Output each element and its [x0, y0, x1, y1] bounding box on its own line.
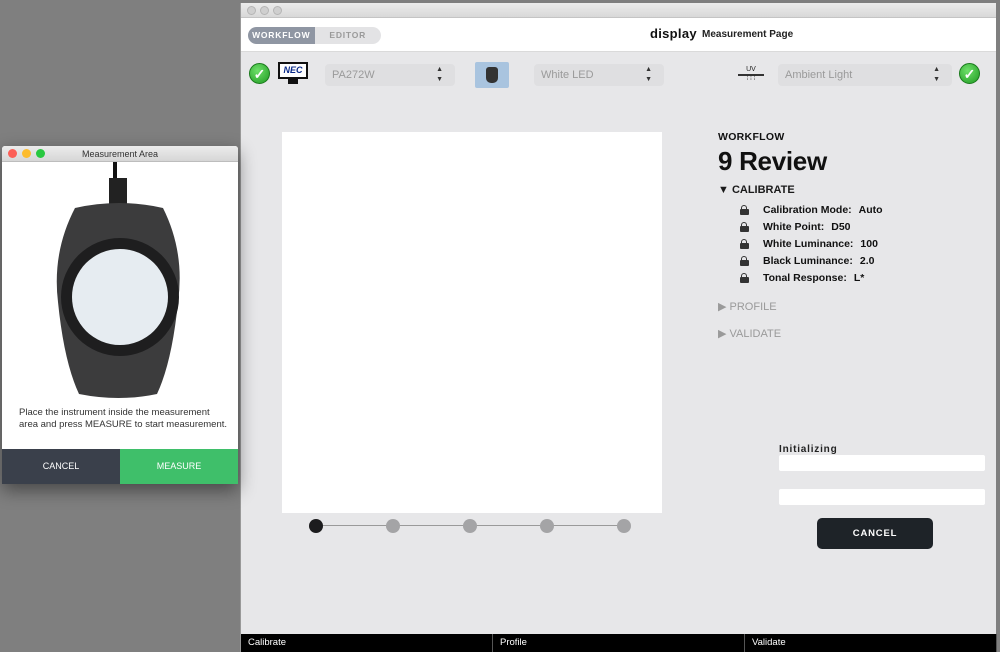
unlock-icon[interactable] [740, 221, 749, 232]
colorimeter-illustration-icon [56, 162, 180, 398]
setting-value: Auto [858, 203, 883, 216]
status-label: Initializing [779, 444, 838, 455]
nec-logo: NEC [278, 62, 308, 79]
setting-label: White Luminance: [763, 237, 854, 250]
close-window-button[interactable] [247, 6, 256, 15]
step-dot-5[interactable] [617, 519, 631, 533]
display-select-value: PA272W [332, 69, 375, 81]
footer-calibrate[interactable]: Calibrate [241, 634, 493, 652]
calibrate-section-toggle[interactable]: ▼ CALIBRATE [718, 184, 978, 196]
select-arrows-icon: ▲ ▼ [436, 66, 443, 83]
workflow-panel: WORKFLOW 9 Review ▼ CALIBRATE Calibratio… [718, 131, 978, 340]
unlock-icon[interactable] [740, 238, 749, 249]
step-dot-2[interactable] [386, 519, 400, 533]
profile-section-toggle[interactable]: ▶ PROFILE [718, 300, 978, 313]
page-title: Measurement Page [702, 29, 794, 40]
ambient-select-value: Ambient Light [785, 69, 853, 81]
dialog-title: Measurement Area [81, 149, 159, 159]
setting-row: Calibration Mode: Auto [740, 201, 978, 218]
display-select[interactable]: PA272W ▲ ▼ [325, 64, 455, 86]
mode-switch: WORKFLOW EDITOR [248, 27, 381, 44]
setting-label: Calibration Mode: [763, 203, 852, 216]
app-header: WORKFLOW EDITOR display Measurement Page [241, 18, 996, 52]
calibrate-settings: Calibration Mode: Auto White Point: D50 … [740, 201, 978, 286]
unlock-icon[interactable] [740, 272, 749, 283]
zoom-window-button[interactable] [273, 6, 282, 15]
workflow-title: 9 Review [718, 146, 827, 176]
dialog-message: Place the instrument inside the measurem… [19, 407, 228, 430]
step-dot-4[interactable] [540, 519, 554, 533]
workflow-footer: Calibrate Profile Validate [241, 634, 997, 652]
validate-section-toggle[interactable]: ▶ VALIDATE [718, 327, 978, 340]
monitor-icon: NEC [278, 62, 310, 86]
instrument-icon[interactable] [475, 62, 509, 88]
dialog-cancel-button[interactable]: CANCEL [2, 449, 120, 484]
setting-label: Tonal Response: [763, 271, 847, 284]
setting-value: 100 [860, 237, 878, 250]
illuminant-select[interactable]: White LED ▲ ▼ [534, 64, 664, 86]
cancel-button[interactable]: CANCEL [817, 518, 933, 549]
setting-label: White Point: [763, 220, 825, 233]
device-bar: ✓ NEC PA272W ▲ ▼ White LED ▲ ▼ UV ⁞ ⁞ ⁞ Am… [241, 52, 996, 96]
measure-button[interactable]: MEASURE [120, 449, 238, 484]
main-titlebar [241, 3, 996, 18]
footer-profile[interactable]: Profile [493, 634, 745, 652]
measurement-patch [282, 132, 662, 513]
main-window: WORKFLOW EDITOR display Measurement Page… [240, 3, 997, 652]
select-arrows-icon: ▲ ▼ [933, 66, 940, 83]
footer-validate[interactable]: Validate [745, 634, 997, 652]
unlock-icon[interactable] [740, 204, 749, 215]
setting-row: White Point: D50 [740, 218, 978, 235]
setting-row: Tonal Response: L* [740, 269, 978, 286]
illuminant-select-value: White LED [541, 69, 594, 81]
setting-value: L* [853, 271, 865, 284]
workflow-label: WORKFLOW [718, 131, 785, 143]
app-title: display [650, 26, 697, 41]
step-dot-3[interactable] [463, 519, 477, 533]
step-dot-1[interactable] [309, 519, 323, 533]
measurement-dialog: Measurement Area Place the instrument in… [2, 146, 238, 484]
progress-bar-2 [779, 489, 985, 505]
setting-row: White Luminance: 100 [740, 235, 978, 252]
progress-bar-1 [779, 455, 985, 471]
dialog-buttons: CANCEL MEASURE [2, 449, 238, 484]
uv-light-icon: UV ⁞ ⁞ ⁞ [738, 66, 764, 82]
minimize-window-button[interactable] [260, 6, 269, 15]
ambient-ok-check-icon: ✓ [959, 63, 980, 84]
unlock-icon[interactable] [740, 255, 749, 266]
select-arrows-icon: ▲ ▼ [645, 66, 652, 83]
display-ok-check-icon: ✓ [249, 63, 270, 84]
tab-workflow[interactable]: WORKFLOW [248, 27, 315, 44]
setting-value: 2.0 [859, 254, 875, 267]
dialog-titlebar: Measurement Area [2, 146, 238, 162]
setting-row: Black Luminance: 2.0 [740, 252, 978, 269]
uv-label: UV [746, 66, 756, 73]
step-indicator [309, 518, 631, 534]
tab-editor[interactable]: EDITOR [315, 27, 382, 44]
ambient-light-select[interactable]: Ambient Light ▲ ▼ [778, 64, 952, 86]
setting-value: D50 [831, 220, 851, 233]
setting-label: Black Luminance: [763, 254, 853, 267]
